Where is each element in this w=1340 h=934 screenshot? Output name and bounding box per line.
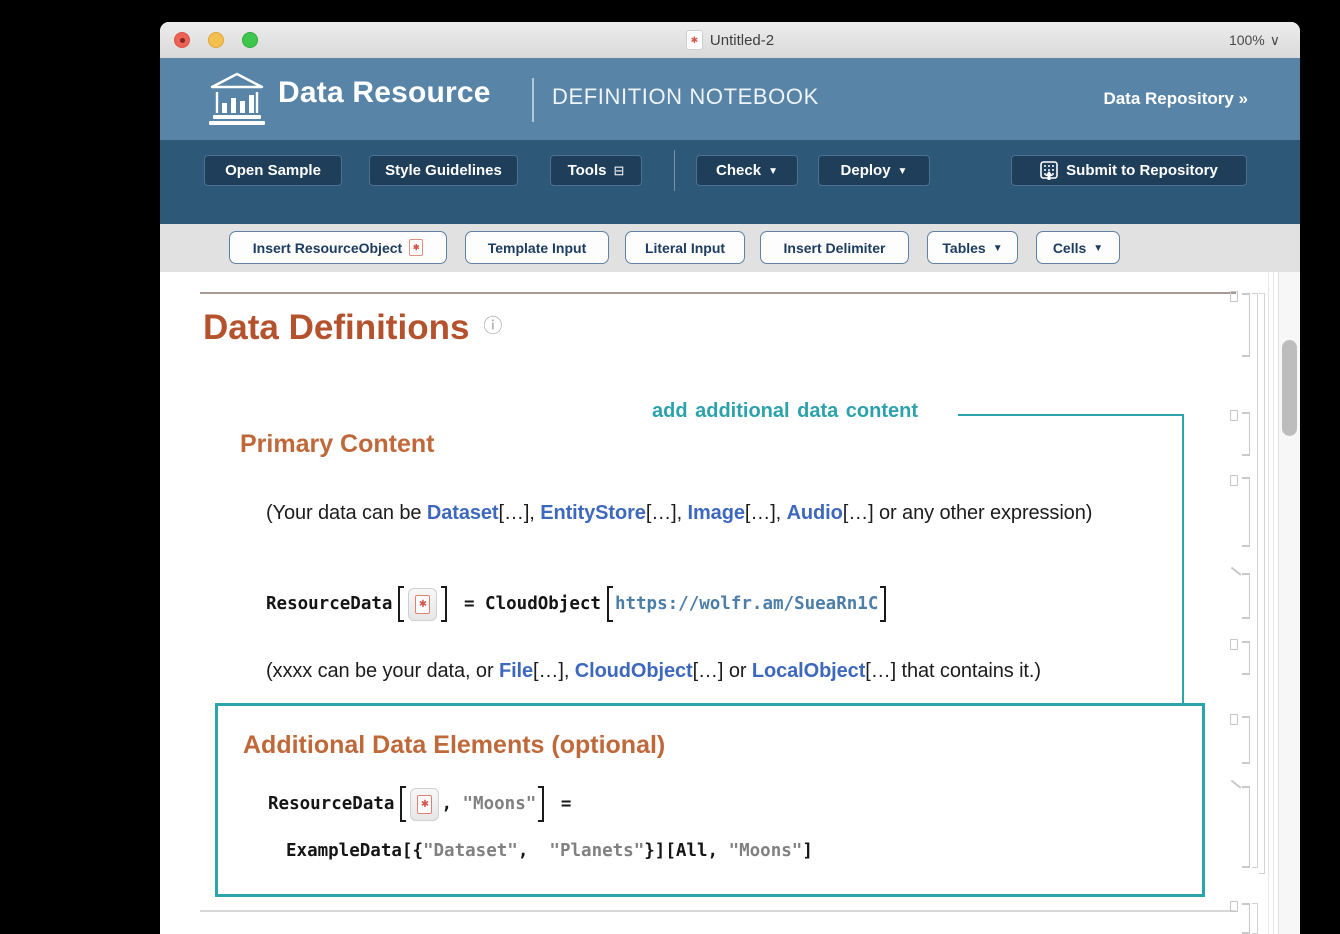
- zoom-level-label: 100%: [1228, 32, 1265, 48]
- cell-bracket-additional-heading[interactable]: [1230, 714, 1250, 764]
- cell-tag-icon: [1230, 901, 1238, 912]
- resource-object-icon[interactable]: [410, 787, 440, 821]
- chevron-down-icon: ∨: [1269, 31, 1280, 48]
- section-top-rule: [200, 292, 1236, 294]
- cell-bracket-title[interactable]: [1230, 291, 1250, 357]
- deploy-dropdown-button[interactable]: Deploy ▼: [818, 155, 930, 186]
- main-toolbar: Open Sample Style Guidelines Tools ⊟ Che…: [160, 140, 1300, 224]
- additional-data-code-line-1[interactable]: ResourceData, "Moons" =: [268, 784, 571, 824]
- cell-bracket-code[interactable]: [1231, 566, 1250, 619]
- cell-tag-icon: [1230, 639, 1238, 650]
- brand-title: Data Resource: [278, 76, 491, 109]
- tools-window-icon: ⊟: [613, 162, 625, 178]
- cell-bracket-primary-heading[interactable]: [1230, 410, 1250, 456]
- magnification-control[interactable]: 100% ∨: [1229, 22, 1280, 58]
- primary-content-note-2: (xxxx can be your data, or File[…], Clou…: [266, 660, 1041, 682]
- annotation-add-data-content: add additional data content: [652, 400, 919, 422]
- insert-toolbar: Insert ResourceObject ✱ Template Input L…: [160, 224, 1300, 273]
- content-edge-line: [1268, 272, 1269, 934]
- toolbar-divider: [674, 150, 675, 191]
- cell-group-bracket[interactable]: [1252, 293, 1258, 868]
- resource-data-code-cell[interactable]: ResourceData = CloudObjecthttps://wolfr.…: [266, 584, 892, 624]
- check-dropdown-button[interactable]: Check ▼: [696, 155, 798, 186]
- macos-titlebar: ✱ Untitled-2 100% ∨: [160, 22, 1300, 59]
- header-divider: [532, 78, 534, 122]
- cell-bracket-note[interactable]: [1230, 475, 1250, 547]
- notebook-window: ✱ Untitled-2 100% ∨ Data Resource DEFINI…: [160, 22, 1300, 934]
- data-repository-bank-icon: [209, 72, 265, 125]
- notebook-content: Data Definitions ⓘ add additional data c…: [160, 272, 1300, 934]
- scrollbar-thumb[interactable]: [1282, 340, 1297, 436]
- resource-object-icon[interactable]: [408, 587, 438, 621]
- submit-to-repository-button[interactable]: Submit to Repository: [1011, 155, 1247, 186]
- window-title: Untitled-2: [709, 31, 775, 49]
- dropdown-arrow-icon: ▼: [1093, 243, 1104, 254]
- style-guidelines-button[interactable]: Style Guidelines: [369, 155, 518, 186]
- vertical-scrollbar: [1278, 272, 1300, 934]
- data-repository-link[interactable]: Data Repository »: [1103, 89, 1248, 109]
- info-icon[interactable]: ⓘ: [483, 311, 502, 338]
- cell-group-bracket[interactable]: [1252, 903, 1258, 934]
- cell-group-bracket-outer[interactable]: [1259, 293, 1265, 874]
- annotation-connector-horizontal: [958, 414, 1184, 417]
- open-sample-button[interactable]: Open Sample: [204, 155, 342, 186]
- cell-tag-icon: [1230, 475, 1238, 486]
- cells-dropdown-button[interactable]: Cells ▼: [1036, 231, 1120, 264]
- additional-data-heading: Additional Data Elements (optional): [243, 731, 666, 759]
- primary-content-heading: Primary Content: [240, 430, 435, 458]
- brand-header: Data Resource DEFINITION NOTEBOOK Data R…: [160, 58, 1300, 140]
- notebook-subtitle: DEFINITION NOTEBOOK: [552, 84, 819, 109]
- insert-delimiter-button[interactable]: Insert Delimiter: [760, 231, 909, 264]
- primary-content-note: (Your data can be Dataset[…], EntityStor…: [266, 502, 1093, 524]
- dropdown-arrow-icon: ▼: [992, 243, 1003, 254]
- tools-button[interactable]: Tools ⊟: [550, 155, 642, 186]
- resource-object-icon: ✱: [685, 30, 703, 50]
- screenshot-stage: ✱ Untitled-2 100% ∨ Data Resource DEFINI…: [0, 0, 1340, 934]
- cell-bracket-next-section[interactable]: [1230, 901, 1250, 934]
- insert-resourceobject-button[interactable]: Insert ResourceObject ✱: [229, 231, 447, 264]
- additional-data-elements-box: Additional Data Elements (optional) Reso…: [215, 703, 1205, 897]
- resource-object-icon: ✱: [409, 239, 424, 256]
- cell-bracket-code[interactable]: [1231, 779, 1250, 868]
- template-input-button[interactable]: Template Input: [465, 231, 609, 264]
- cell-tag-icon: [1230, 291, 1238, 302]
- dropdown-arrow-icon: ▼: [897, 166, 908, 177]
- content-edge-line: [1273, 272, 1274, 934]
- tables-dropdown-button[interactable]: Tables ▼: [927, 231, 1018, 264]
- submit-upload-icon: [1040, 160, 1058, 180]
- dropdown-arrow-icon: ▼: [768, 166, 778, 177]
- cell-tag-icon: [1230, 410, 1238, 421]
- window-title-group: ✱ Untitled-2: [160, 22, 1300, 58]
- page-title: Data Definitions ⓘ: [203, 308, 503, 347]
- literal-input-button[interactable]: Literal Input: [625, 231, 745, 264]
- cell-bracket-note[interactable]: [1230, 639, 1250, 675]
- cell-divider-rule: [200, 910, 1236, 912]
- additional-data-code-line-2[interactable]: ExampleData[{"Dataset", "Planets"}][All,…: [286, 836, 813, 866]
- cell-tag-icon: [1230, 714, 1238, 725]
